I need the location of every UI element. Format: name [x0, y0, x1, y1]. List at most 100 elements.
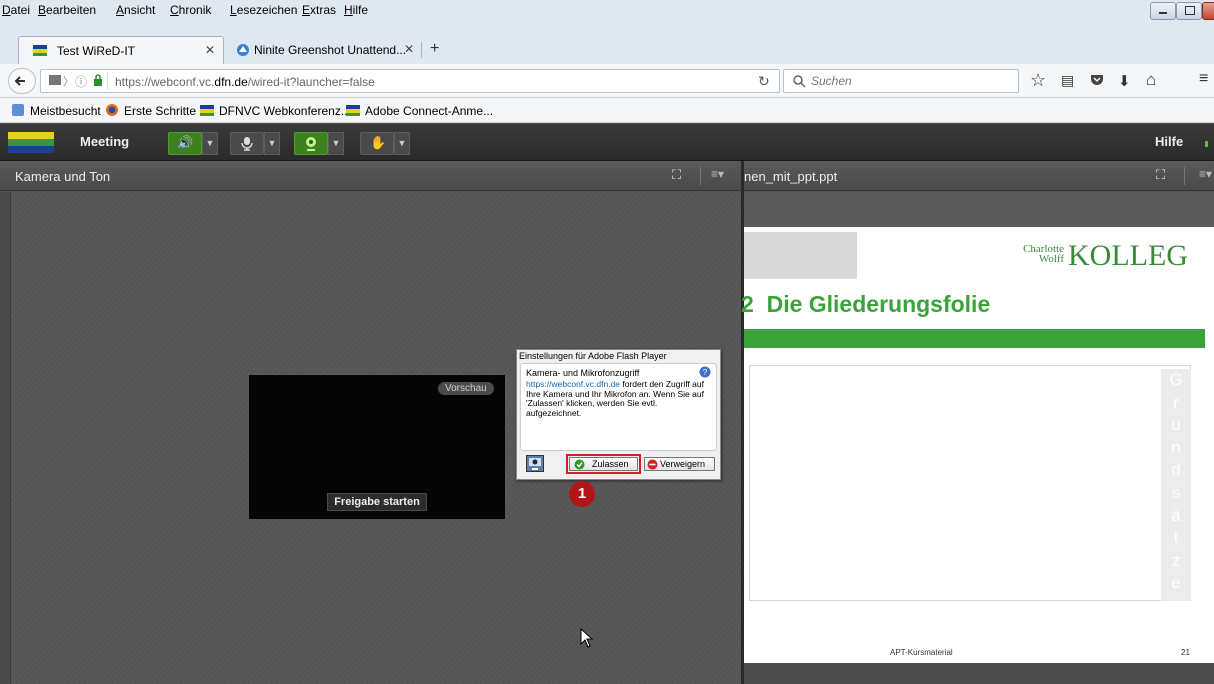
camera-preview: Vorschau Freigabe starten [249, 375, 505, 519]
left-gutter [0, 192, 10, 684]
dfn-flag-icon [200, 105, 214, 116]
microphone-dropdown[interactable]: ▼ [264, 132, 280, 155]
menu-datei[interactable]: Datei [2, 3, 30, 17]
slide-title-bar [744, 329, 1205, 348]
vertical-grundsaetze: Grundsätze [1161, 369, 1191, 601]
site-link[interactable]: https://webconf.vc.dfn.de [526, 379, 620, 389]
meeting-menu[interactable]: Meeting [80, 134, 129, 149]
search-placeholder: Suchen [811, 74, 852, 88]
pod-menu-icon[interactable]: ≡▾ [711, 167, 724, 181]
identity-icon[interactable] [49, 75, 61, 85]
slide-title: 2 Die Gliederungsfolie [741, 291, 991, 317]
speaker-button[interactable]: 🔊 [168, 132, 202, 155]
lock-icon [93, 74, 103, 86]
menu-ansicht[interactable]: Ansicht [116, 3, 155, 17]
vertical-letter: n [1171, 437, 1181, 457]
start-sharing-button[interactable]: Freigabe starten [327, 493, 427, 511]
bookmark-erste-schritte[interactable]: Erste Schritte [124, 104, 196, 118]
url-divider [107, 72, 108, 90]
dfn-logo [8, 132, 54, 153]
tab-test-wired-it[interactable]: Test WiReD-IT ✕ [18, 36, 224, 64]
info-icon[interactable]: ⓘ [75, 73, 87, 90]
status-dropdown[interactable]: ▼ [394, 132, 410, 155]
svg-text:?: ? [703, 368, 708, 377]
bookmarks-toolbar: Meistbesucht Erste Schritte DFNVC Webkon… [0, 98, 1214, 123]
dfn-flag-icon [346, 105, 360, 116]
reading-list-icon[interactable]: ▤ [1061, 72, 1074, 89]
slide-content-box [749, 365, 1191, 601]
vertical-letter: r [1173, 392, 1179, 412]
camera-button[interactable] [294, 132, 328, 155]
most-visited-icon [12, 104, 24, 116]
bookmark-star-icon[interactable]: ☆ [1030, 70, 1046, 91]
dfn-flag-icon [33, 45, 47, 56]
deny-icon [647, 459, 658, 470]
share-panel-title: nen_mit_ppt.ppt [744, 169, 838, 184]
menu-lesezeichen[interactable]: Lesezeichen [230, 3, 297, 17]
presentation-slide: Charlotte Wolff KOLLEG 2 Die Gliederungsf… [741, 227, 1214, 663]
hamburger-menu-icon[interactable]: ≡ [1199, 70, 1208, 88]
logo-small-text: Charlotte Wolff [1023, 243, 1064, 265]
firefox-icon [105, 103, 119, 117]
close-window-button[interactable] [1202, 2, 1214, 20]
vertical-letter: s [1171, 482, 1181, 502]
reload-icon[interactable]: ↻ [758, 73, 770, 90]
share-panel-footer [744, 663, 1214, 684]
camera-panel-header: Kamera und Ton ⛶ ≡▾ [0, 161, 741, 191]
close-tab-icon[interactable]: ✕ [205, 43, 215, 57]
microphone-button[interactable] [230, 132, 264, 155]
pocket-icon[interactable] [1090, 74, 1104, 86]
header-divider [1184, 167, 1185, 185]
preview-badge: Vorschau [438, 382, 494, 395]
download-icon[interactable]: ⬇ [1118, 72, 1131, 90]
vertical-letter: t [1173, 528, 1179, 548]
new-tab-icon[interactable]: + [430, 40, 439, 58]
search-icon [792, 73, 806, 89]
back-button[interactable] [8, 68, 36, 94]
menu-bearbeiten[interactable]: Bearbeiten [38, 3, 96, 17]
mouse-cursor-icon [580, 628, 594, 648]
webcam-icon [306, 137, 316, 151]
bookmark-meistbesucht[interactable]: Meistbesucht [30, 104, 101, 118]
tab-label: Ninite Greenshot Unattend... [254, 43, 407, 57]
camera-dropdown[interactable]: ▼ [328, 132, 344, 155]
help-menu[interactable]: Hilfe [1155, 134, 1183, 149]
allow-label: Zulassen [592, 459, 629, 469]
tab-divider [421, 42, 422, 58]
vertical-letter: u [1171, 415, 1181, 435]
raise-hand-button[interactable]: ✋ [360, 132, 394, 155]
deny-button[interactable]: Verweigern [644, 457, 715, 471]
fullscreen-icon[interactable]: ⛶ [672, 167, 681, 183]
home-icon[interactable]: ⌂ [1146, 70, 1156, 90]
slide-header-block [744, 232, 857, 279]
share-panel-header: nen_mit_ppt.ppt ⛶ ≡▾ [744, 161, 1214, 191]
url-bar[interactable]: 〉 ⓘ https://webconf.vc.dfn.de/wired-it?l… [40, 69, 780, 93]
vertical-letter: e [1171, 573, 1181, 593]
connection-indicator-icon [1205, 141, 1208, 147]
fullscreen-icon[interactable]: ⛶ [1156, 167, 1165, 183]
vertical-letter: G [1169, 370, 1183, 389]
dialog-heading: Kamera- und Mikrofonzugriff [526, 368, 640, 378]
pod-menu-icon[interactable]: ≡▾ [1199, 167, 1212, 181]
restore-button[interactable] [1176, 2, 1202, 20]
bookmark-adobe-connect[interactable]: Adobe Connect-Anme... [365, 104, 493, 118]
slide-page-number: 21 [1181, 648, 1190, 657]
menu-extras[interactable]: Extras [302, 3, 336, 17]
menu-hilfe[interactable]: Hilfe [344, 3, 368, 17]
help-icon[interactable]: ? [699, 366, 711, 378]
status-person-icon: ✋ [370, 135, 387, 150]
minimize-button[interactable] [1150, 2, 1176, 20]
camera-panel-title: Kamera und Ton [15, 169, 111, 184]
speaker-dropdown[interactable]: ▼ [202, 132, 218, 155]
close-tab-icon[interactable]: ✕ [404, 42, 414, 56]
tab-ninite[interactable]: Ninite Greenshot Unattend... ✕ [228, 36, 418, 64]
vertical-letter: ä [1171, 505, 1181, 525]
search-input[interactable]: Suchen [783, 69, 1019, 93]
bookmark-dfnvc[interactable]: DFNVC Webkonferenz... [219, 104, 351, 118]
flash-settings-dialog: Einstellungen für Adobe Flash Player Kam… [516, 349, 721, 480]
allow-button[interactable]: Zulassen [569, 457, 638, 471]
header-divider [700, 167, 701, 185]
display-settings-icon[interactable] [526, 455, 544, 472]
menu-chronik[interactable]: Chronik [170, 3, 211, 17]
microphone-icon [241, 137, 253, 151]
